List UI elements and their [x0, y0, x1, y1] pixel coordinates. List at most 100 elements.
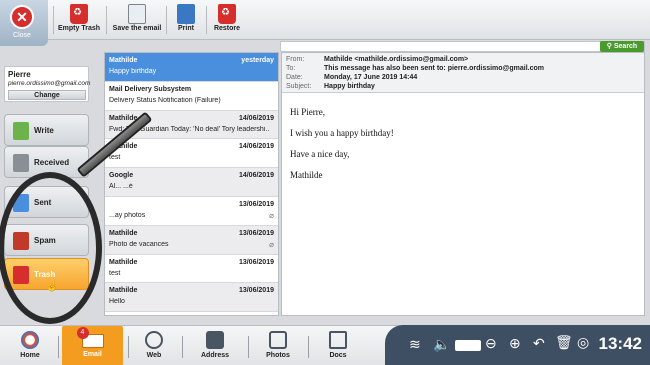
folder-label: Sent: [34, 198, 52, 207]
zoom-out-icon[interactable]: ⊖: [485, 335, 497, 352]
taskbar-divider: [248, 336, 249, 358]
header-value: Happy birthday: [324, 83, 375, 90]
documents-icon: [329, 331, 347, 349]
undo-icon[interactable]: ↶: [533, 335, 545, 352]
search-label: Search: [613, 43, 638, 50]
message-from: Mathilde: [109, 287, 138, 295]
body-line: Hi Pierre,: [290, 107, 325, 117]
message-subject: Delivery Status Notification (Failure): [109, 96, 221, 104]
taskbar-docs[interactable]: Docs: [318, 329, 358, 363]
message-subject: Hello: [109, 298, 125, 306]
address-book-icon: [206, 331, 224, 349]
message-date: 13/06/2019: [238, 258, 274, 266]
trash-bin-icon[interactable]: 🗑: [555, 334, 573, 351]
wifi-icon[interactable]: ≋: [409, 336, 421, 353]
header-date: Date: Monday, 17 June 2019 14:44: [286, 74, 417, 81]
folder-spam[interactable]: Spam: [4, 224, 89, 256]
attachment-icon: ⌀: [269, 239, 274, 249]
reading-pane: From: Mathilde <mathilde.ordissimo@gmail.…: [281, 52, 645, 316]
search-input[interactable]: ⚲ Search: [280, 41, 645, 52]
toolbar-divider: [53, 6, 54, 34]
message-body: Hi Pierre, I wish you a happy birthday! …: [290, 107, 394, 191]
empty-trash-icon: [70, 4, 88, 24]
message-subject: Fwd: The Guardian Today: 'No deal' Tory …: [109, 125, 269, 133]
body-line: Have a nice day,: [290, 149, 350, 159]
header-key: Subject:: [286, 83, 312, 90]
taskbar-label: Email: [83, 351, 102, 358]
empty-trash-button[interactable]: Empty Trash: [58, 4, 100, 36]
zoom-in-icon[interactable]: ⊕: [509, 335, 521, 352]
empty-trash-label: Empty Trash: [58, 25, 101, 32]
message-subject: Photo de vacances: [109, 240, 169, 248]
taskbar-email[interactable]: 4 Email: [62, 326, 123, 365]
message-row[interactable]: 13/06/2019 ...ay photos ⌀: [105, 196, 278, 226]
restore-button[interactable]: Restore: [212, 4, 242, 36]
toolbar-divider: [166, 6, 167, 34]
write-icon: [13, 122, 29, 140]
volume-icon[interactable]: 🔈: [433, 336, 450, 353]
message-row[interactable]: Google 14/06/2019 Al... ...é: [105, 168, 278, 197]
message-row[interactable]: Mathilde 14/06/2019 test: [105, 139, 278, 169]
account-box: Pierre pierre.ordissimo@gmail.com Change: [4, 66, 90, 102]
taskbar-photos[interactable]: Photos: [256, 329, 300, 363]
status-area: ≋ 🔈 ⊖ ⊕ ↶ 🗑 ◎ 13:42: [385, 325, 650, 365]
message-subject: Happy birthday: [109, 68, 157, 75]
print-button[interactable]: Print: [172, 4, 200, 36]
folder-write[interactable]: Write: [4, 114, 89, 146]
message-from: Mathilde: [109, 143, 138, 151]
close-button[interactable]: ✕ Close: [0, 0, 48, 46]
folder-label: Trash: [34, 270, 56, 279]
taskbar-divider: [128, 336, 129, 358]
toolbar-divider: [106, 6, 107, 34]
taskbar-divider: [182, 336, 183, 358]
search-button[interactable]: ⚲ Search: [600, 41, 644, 52]
camera-icon: [269, 331, 287, 349]
folder-sent[interactable]: Sent: [4, 186, 89, 218]
message-row[interactable]: Mail Delivery Subsystem Delivery Status …: [105, 81, 278, 111]
header-to: To: This message has also been sent to: p…: [286, 65, 544, 72]
restore-label: Restore: [213, 25, 241, 32]
toolbar-divider: [206, 6, 207, 34]
message-date: 13/06/2019: [238, 229, 274, 237]
message-row[interactable]: Mathilde yesterday Happy birthday: [105, 53, 278, 82]
message-date: 14/06/2019: [238, 114, 274, 122]
taskbar-address[interactable]: Address: [190, 329, 240, 363]
message-row[interactable]: Mathilde 13/06/2019 Hello: [105, 283, 278, 313]
restore-icon: [218, 4, 236, 24]
header-value: Mathilde <mathilde.ordissimo@gmail.com>: [324, 56, 469, 63]
message-date: 13/06/2019: [238, 287, 274, 295]
message-from: Mathilde: [109, 114, 138, 122]
message-row[interactable]: Mathilde 13/06/2019 Photo de vacances ⌀: [105, 225, 278, 255]
change-account-button[interactable]: Change: [8, 90, 86, 100]
save-email-button[interactable]: Save the email: [112, 4, 162, 36]
message-from: Mathilde: [109, 57, 138, 64]
message-subject: test: [109, 154, 121, 162]
print-label: Print: [178, 25, 194, 32]
print-icon: [177, 4, 195, 24]
close-icon: ✕: [10, 5, 34, 29]
save-email-label: Save the email: [112, 25, 162, 32]
toolbar: ✕ Close Empty Trash Save the email Print…: [0, 0, 650, 46]
message-row[interactable]: Mathilde 14/06/2019 Fwd: The Guardian To…: [105, 110, 278, 140]
attachment-icon: ⌀: [269, 210, 274, 220]
header-key: From:: [286, 56, 305, 63]
taskbar-home[interactable]: Home: [8, 329, 52, 363]
taskbar-divider: [308, 336, 309, 358]
taskbar-label: Web: [146, 352, 162, 359]
folder-received[interactable]: Received: [4, 146, 89, 178]
battery-icon: [455, 340, 481, 351]
taskbar-label: Address: [200, 352, 229, 359]
header-key: To:: [286, 65, 296, 72]
taskbar-web[interactable]: Web: [134, 329, 174, 363]
help-icon[interactable]: ◎: [577, 334, 589, 351]
folder-label: Spam: [34, 236, 56, 245]
save-email-icon: [128, 4, 146, 24]
folder-trash[interactable]: Trash ☝: [4, 258, 89, 292]
taskbar-label: Photos: [266, 352, 290, 359]
message-from: Mathilde: [109, 229, 138, 237]
trash-icon: [13, 266, 29, 284]
taskbar-label: Docs: [329, 352, 347, 359]
search-icon: ⚲: [606, 43, 614, 50]
message-row[interactable]: Mathilde 13/06/2019 test: [105, 254, 278, 284]
taskbar-divider: [58, 336, 59, 358]
